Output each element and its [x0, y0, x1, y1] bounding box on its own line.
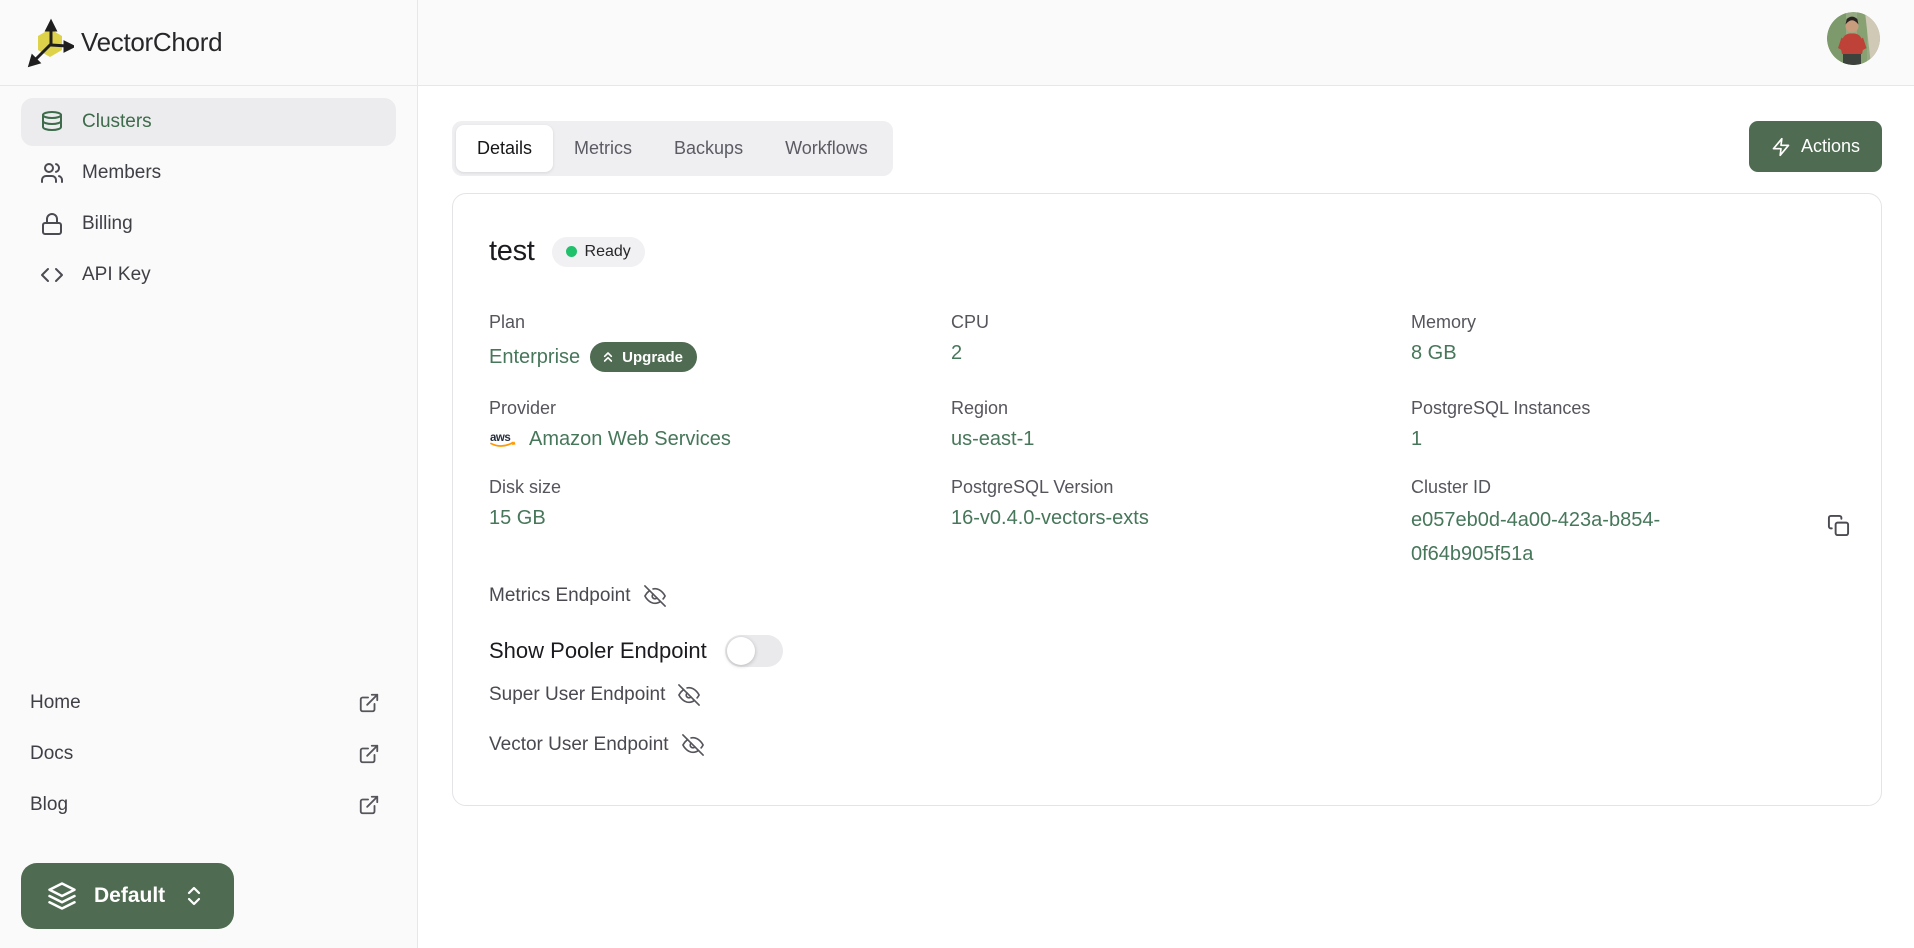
sidebar-item-label: API Key — [82, 264, 151, 286]
sidebar-link-home[interactable]: Home — [0, 677, 417, 728]
field-cpu-value: 2 — [951, 342, 1411, 365]
upgrade-button[interactable]: Upgrade — [590, 342, 697, 372]
field-cluster-id-value: e057eb0d-4a00-423a-b854-0f64b905f51a — [1411, 503, 1701, 571]
reveal-vector-user-endpoint-button[interactable] — [682, 734, 704, 756]
zap-icon — [1771, 137, 1791, 157]
tab-workflows[interactable]: Workflows — [764, 125, 889, 172]
eye-off-icon — [678, 684, 700, 706]
cluster-fields-grid: Plan Enterprise Upgrade CPU — [489, 312, 1845, 571]
sidebar-link-label: Docs — [30, 743, 73, 765]
sidebar-nav: Clusters Members Billing API Key — [0, 86, 417, 299]
field-region-label: Region — [951, 398, 1411, 419]
chevrons-up-down-icon — [182, 884, 206, 908]
field-disk-size: Disk size 15 GB — [489, 477, 951, 571]
avatar-photo — [1827, 12, 1880, 65]
toggle-thumb — [727, 637, 755, 665]
vectorchord-logo: VectorChord — [0, 0, 417, 86]
brand-name: VectorChord — [81, 27, 222, 58]
sidebar: VectorChord Clusters Members Billing — [0, 0, 418, 948]
app-window: VectorChord Clusters Members Billing — [0, 0, 1914, 948]
svg-text:aws: aws — [490, 432, 510, 444]
sidebar-item-label: Clusters — [82, 111, 152, 133]
actions-button-label: Actions — [1801, 136, 1860, 157]
field-memory: Memory 8 GB — [1411, 312, 1845, 372]
sidebar-item-api-key[interactable]: API Key — [21, 251, 396, 299]
field-postgres-version-value: 16-v0.4.0-vectors-exts — [951, 507, 1411, 530]
cluster-details-card: test Ready Plan Enterprise — [452, 193, 1882, 806]
status-dot-icon — [566, 246, 577, 257]
pooler-endpoint-toggle-label: Show Pooler Endpoint — [489, 638, 707, 664]
sidebar-link-docs[interactable]: Docs — [0, 728, 417, 779]
sidebar-item-label: Members — [82, 162, 161, 184]
sidebar-item-members[interactable]: Members — [21, 149, 396, 197]
tab-bar: Details Metrics Backups Workflows — [452, 121, 893, 176]
vectorchord-logo-icon — [26, 18, 74, 68]
external-link-icon — [358, 692, 380, 714]
field-provider-value: Amazon Web Services — [529, 428, 731, 451]
field-plan-label: Plan — [489, 312, 951, 333]
status-label: Ready — [585, 243, 631, 261]
reveal-super-user-endpoint-button[interactable] — [678, 684, 700, 706]
avatar[interactable] — [1827, 12, 1880, 65]
external-link-icon — [358, 794, 380, 816]
sidebar-link-label: Home — [30, 692, 81, 714]
layers-icon — [47, 881, 77, 911]
field-postgres-version-label: PostgreSQL Version — [951, 477, 1411, 498]
upgrade-button-label: Upgrade — [622, 349, 683, 366]
status-badge: Ready — [552, 237, 645, 267]
database-icon — [40, 110, 64, 134]
tab-backups[interactable]: Backups — [653, 125, 764, 172]
org-switcher-label: Default — [94, 884, 165, 908]
field-disk-size-value: 15 GB — [489, 507, 951, 530]
field-postgres-instances-value: 1 — [1411, 428, 1845, 451]
field-cluster-id-label: Cluster ID — [1411, 477, 1845, 498]
copy-cluster-id-button[interactable] — [1821, 508, 1855, 542]
endpoints-section: Metrics Endpoint Show Pooler Endpoint — [489, 585, 1845, 756]
field-region-value: us-east-1 — [951, 428, 1411, 451]
tab-metrics[interactable]: Metrics — [553, 125, 653, 172]
content-area: Details Metrics Backups Workflows Action… — [418, 86, 1914, 948]
field-cpu: CPU 2 — [951, 312, 1411, 372]
sidebar-item-label: Billing — [82, 213, 133, 235]
field-postgres-instances: PostgreSQL Instances 1 — [1411, 398, 1845, 451]
sidebar-footer: Home Docs Blog De — [0, 677, 417, 948]
cluster-name: test — [489, 235, 535, 268]
sidebar-item-clusters[interactable]: Clusters — [21, 98, 396, 146]
field-plan-value: Enterprise — [489, 346, 580, 369]
field-provider-label: Provider — [489, 398, 951, 419]
vector-user-endpoint-label: Vector User Endpoint — [489, 734, 669, 756]
field-memory-value: 8 GB — [1411, 342, 1845, 365]
field-postgres-instances-label: PostgreSQL Instances — [1411, 398, 1845, 419]
eye-off-icon — [682, 734, 704, 756]
copy-icon — [1827, 514, 1850, 537]
field-postgres-version: PostgreSQL Version 16-v0.4.0-vectors-ext… — [951, 477, 1411, 571]
field-region: Region us-east-1 — [951, 398, 1411, 451]
main-area: Details Metrics Backups Workflows Action… — [418, 0, 1914, 948]
metrics-endpoint-label: Metrics Endpoint — [489, 585, 631, 607]
field-disk-size-label: Disk size — [489, 477, 951, 498]
tab-details[interactable]: Details — [456, 125, 553, 172]
field-memory-label: Memory — [1411, 312, 1845, 333]
eye-off-icon — [644, 585, 666, 607]
users-icon — [40, 161, 64, 185]
sidebar-item-billing[interactable]: Billing — [21, 200, 396, 248]
lock-icon — [40, 212, 64, 236]
field-cluster-id: Cluster ID e057eb0d-4a00-423a-b854-0f64b… — [1411, 477, 1845, 571]
pooler-endpoint-toggle[interactable] — [725, 635, 783, 667]
org-switcher-button[interactable]: Default — [21, 863, 234, 929]
field-cpu-label: CPU — [951, 312, 1411, 333]
reveal-metrics-endpoint-button[interactable] — [644, 585, 666, 607]
aws-logo-icon: aws — [489, 430, 519, 449]
field-plan: Plan Enterprise Upgrade — [489, 312, 951, 372]
sidebar-link-label: Blog — [30, 794, 68, 816]
chevrons-up-icon — [600, 349, 616, 365]
topbar — [418, 0, 1914, 86]
code-icon — [40, 263, 64, 287]
field-provider: Provider aws Amazon Web Services — [489, 398, 951, 451]
sidebar-link-blog[interactable]: Blog — [0, 779, 417, 830]
actions-button[interactable]: Actions — [1749, 121, 1882, 172]
super-user-endpoint-label: Super User Endpoint — [489, 684, 665, 706]
external-link-icon — [358, 743, 380, 765]
